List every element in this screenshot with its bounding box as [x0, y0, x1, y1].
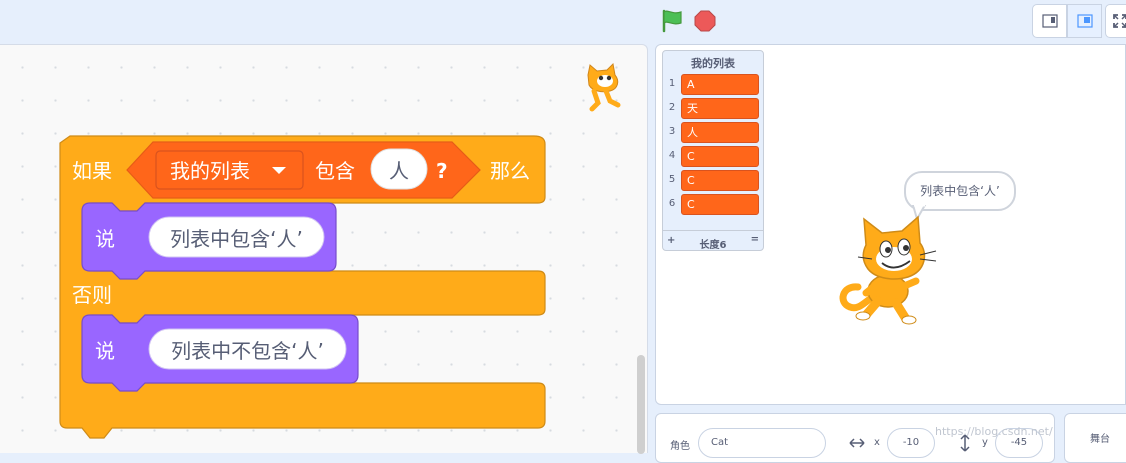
stage-layout-buttons [1032, 4, 1126, 38]
y-label: y [982, 437, 988, 448]
list-length: 长度6 [699, 240, 727, 251]
stage-label: 舞台 [1090, 434, 1110, 445]
sprite-label: 角色 [670, 441, 690, 452]
list-item: 3 人 [663, 122, 763, 143]
list-item: 5 C [663, 170, 763, 191]
if-label: 如果 [72, 159, 112, 183]
x-label: x [874, 437, 880, 448]
list-item: 1 A [663, 74, 763, 95]
x-input[interactable]: -10 [887, 428, 935, 458]
list-item-value[interactable]: 人 [681, 122, 759, 143]
green-flag-icon[interactable] [660, 9, 684, 33]
then-label: 那么 [490, 159, 530, 183]
list-monitor-footer: + 长度6 = [663, 230, 763, 251]
top-toolbar [0, 0, 1126, 44]
else-label: 否则 [72, 283, 112, 307]
stage[interactable]: 我的列表 1 A 2 天 3 人 4 C 5 C 6 C + 长度6 = 列表中… [655, 44, 1126, 405]
list-item-value[interactable]: C [681, 170, 759, 191]
stop-icon[interactable] [694, 10, 716, 32]
stage-selector-panel[interactable]: 舞台 [1064, 413, 1126, 463]
vertical-scrollbar[interactable] [637, 355, 645, 454]
code-workspace[interactable]: 如果 我的列表 包含 人 ? 那么 说 列表中包含‘人’ 否则 说 列表中不包含… [0, 44, 648, 454]
say-label-1: 说 [95, 227, 115, 251]
contains-label: 包含 [315, 159, 355, 183]
say-value-1: 列表中包含‘人’ [170, 227, 303, 251]
fullscreen-icon [1113, 14, 1126, 28]
small-stage-button[interactable] [1032, 4, 1067, 38]
list-item: 2 天 [663, 98, 763, 119]
list-item-index: 2 [668, 102, 676, 113]
list-item-value[interactable]: A [681, 74, 759, 95]
list-item-index: 1 [668, 78, 676, 89]
list-item-index: 3 [668, 126, 676, 137]
list-monitor-title: 我的列表 [691, 57, 735, 70]
resize-handle[interactable]: = [751, 234, 759, 245]
list-item: 4 C [663, 146, 763, 167]
normal-stage-button[interactable] [1067, 4, 1102, 38]
watermark: https://blog.csdn.net/ [935, 425, 1053, 438]
question-mark: ? [436, 159, 448, 183]
normal-stage-icon [1076, 14, 1093, 28]
list-item-index: 4 [668, 150, 676, 161]
cat-sprite-icon[interactable] [836, 215, 940, 325]
list-name-label: 我的列表 [170, 159, 250, 183]
say-label-2: 说 [95, 339, 115, 363]
list-monitor[interactable]: 我的列表 1 A 2 天 3 人 4 C 5 C 6 C + 长度6 = [662, 50, 764, 251]
list-item: 6 C [663, 194, 763, 215]
say-value-2: 列表中不包含‘人’ [171, 339, 324, 363]
list-item-value[interactable]: 天 [681, 98, 759, 119]
list-item-value[interactable]: C [681, 146, 759, 167]
small-stage-icon [1041, 14, 1058, 28]
list-item-index: 6 [668, 198, 676, 209]
sprite-info-panel: 角色 Cat x -10 y -45 [655, 413, 1055, 463]
list-item-index: 5 [668, 174, 676, 185]
contains-value: 人 [389, 159, 409, 183]
sprite-name-input[interactable]: Cat [698, 428, 826, 458]
list-item-value[interactable]: C [681, 194, 759, 215]
fullscreen-button[interactable] [1105, 4, 1126, 38]
horizontal-arrows-icon [849, 438, 865, 448]
